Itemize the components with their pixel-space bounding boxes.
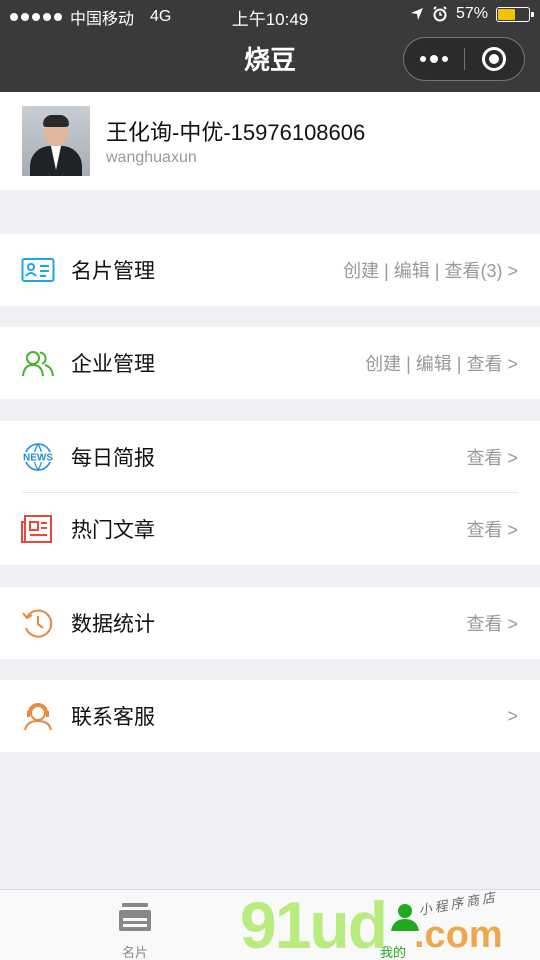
miniprogram-capsule: [403, 37, 525, 81]
card-section: 名片管理 创建 | 编辑 | 查看(3) >: [0, 234, 540, 306]
more-options-button[interactable]: [404, 38, 464, 80]
menu-item-label: 名片管理: [71, 260, 155, 283]
menu-item-label: 每日简报: [71, 447, 155, 470]
tab-label: 名片: [121, 945, 148, 960]
content-section: NEWS 每日简报 查看 > 热门文章 查看 >: [0, 421, 540, 565]
profile-name: 王化询-中优-15976108606: [106, 120, 366, 145]
menu-item-label: 企业管理: [71, 353, 155, 376]
daily-news-view[interactable]: 查看 >: [466, 444, 518, 470]
profile-header[interactable]: 王化询-中优-15976108606 wanghuaxun: [0, 92, 540, 190]
user-icon: [391, 904, 419, 931]
news-globe-icon: NEWS: [21, 443, 55, 471]
top-bar: 中国移动 4G 上午10:49 57% 烧豆: [0, 0, 540, 92]
close-miniprogram-button[interactable]: [464, 38, 524, 80]
menu-item-statistics[interactable]: 数据统计 查看 >: [0, 587, 540, 659]
status-bar: 中国移动 4G 上午10:49 57%: [0, 0, 540, 32]
business-card-icon: [21, 258, 55, 282]
customer-service-chevron[interactable]: >: [507, 706, 518, 727]
target-circle-icon: [482, 47, 507, 71]
avatar: [22, 106, 90, 176]
statistics-view[interactable]: 查看 >: [466, 610, 518, 636]
company-manage-actions[interactable]: 创建 | 编辑 | 查看 >: [365, 350, 518, 376]
tab-label: 我的: [380, 945, 407, 960]
battery-percent: 57%: [455, 5, 488, 22]
company-section: 企业管理 创建 | 编辑 | 查看 >: [0, 327, 540, 399]
history-clock-icon: [22, 609, 53, 638]
menu-item-customer-service[interactable]: 联系客服 >: [0, 680, 540, 752]
tab-bar: 名片 我的: [0, 889, 540, 960]
menu-item-company-manage[interactable]: 企业管理 创建 | 编辑 | 查看 >: [0, 327, 540, 399]
statistics-section: 数据统计 查看 >: [0, 587, 540, 659]
newspaper-icon: [21, 515, 52, 543]
menu-item-label: 联系客服: [71, 706, 155, 729]
card-manage-actions[interactable]: 创建 | 编辑 | 查看(3) >: [343, 257, 518, 283]
hot-articles-view[interactable]: 查看 >: [466, 516, 518, 542]
menu-item-hot-articles[interactable]: 热门文章 查看 >: [0, 493, 540, 565]
menu-item-card-manage[interactable]: 名片管理 创建 | 编辑 | 查看(3) >: [0, 234, 540, 306]
service-section: 联系客服 >: [0, 680, 540, 752]
tab-mine[interactable]: 我的: [270, 890, 540, 960]
users-icon: [22, 351, 54, 377]
battery-icon: [496, 6, 534, 22]
alarm-clock-icon: [433, 6, 447, 22]
menu-item-daily-news[interactable]: NEWS 每日简报 查看 >: [0, 421, 540, 493]
headset-agent-icon: [24, 703, 52, 731]
card-stack-icon: [119, 903, 151, 931]
menu-item-label: 数据统计: [71, 613, 155, 636]
profile-username: wanghuaxun: [106, 149, 197, 166]
tab-card[interactable]: 名片: [0, 890, 270, 960]
location-arrow-icon: [410, 8, 423, 20]
menu-item-label: 热门文章: [71, 519, 155, 542]
svg-text:NEWS: NEWS: [23, 453, 53, 464]
